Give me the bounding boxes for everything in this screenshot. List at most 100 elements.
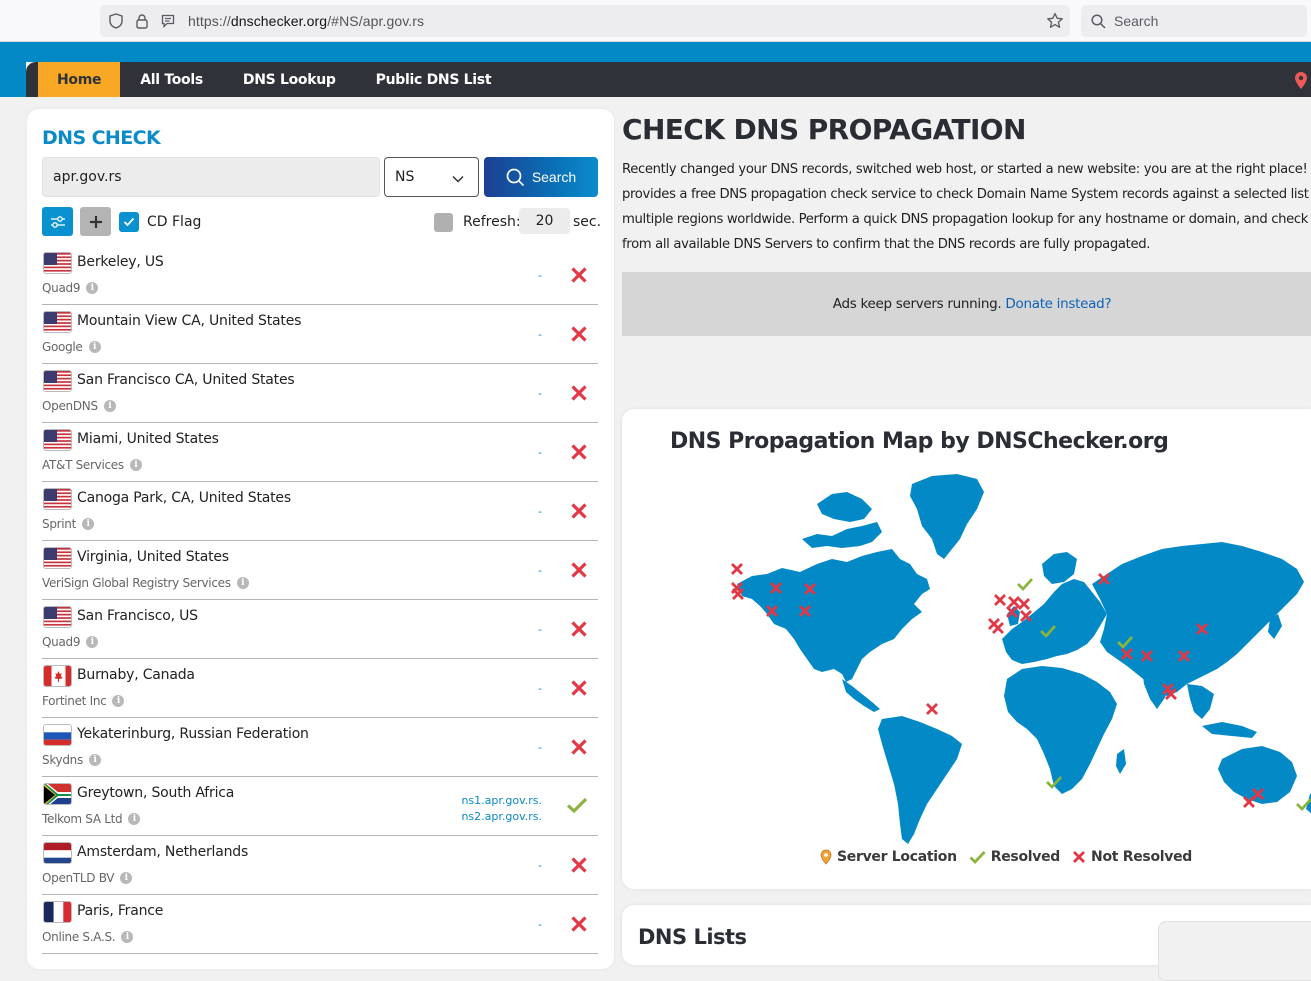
server-result: -	[538, 268, 542, 284]
description-line: provides a free DNS propagation check se…	[622, 187, 1311, 202]
dns-check-title: DNS CHECK	[42, 127, 161, 149]
map-marker-not-resolved[interactable]	[1018, 598, 1030, 610]
refresh-label: Refresh:	[463, 214, 521, 230]
address-bar[interactable]: https://dnschecker.org/#NS/apr.gov.rs	[100, 5, 1070, 37]
search-button[interactable]: Search	[484, 157, 598, 197]
provider-name: Quad9	[42, 635, 81, 649]
server-result: -	[538, 740, 542, 756]
land-north-america	[737, 549, 930, 682]
map-marker-not-resolved[interactable]	[994, 594, 1006, 606]
info-icon[interactable]: i	[86, 636, 99, 648]
map-title: DNS Propagation Map by DNSChecker.org	[670, 429, 1169, 454]
not-resolved-cross-icon	[570, 561, 588, 583]
info-icon[interactable]: i	[88, 754, 101, 766]
auto-refresh-checkbox[interactable]	[434, 213, 453, 232]
flag-us-icon	[43, 311, 72, 333]
shield-icon[interactable]	[108, 13, 124, 29]
header-band	[0, 42, 1311, 62]
flag-us-icon	[43, 488, 72, 510]
refresh-interval-input[interactable]	[519, 208, 570, 234]
server-location: Mountain View CA, United States	[77, 313, 302, 329]
provider-name: Quad9	[42, 281, 81, 295]
map-marker-resolved[interactable]	[1017, 578, 1034, 592]
server-provider: OpenTLD BV i	[42, 871, 133, 885]
nav-all-tools[interactable]: All Tools	[120, 62, 223, 97]
add-server-button[interactable]	[80, 207, 111, 236]
map-marker-not-resolved[interactable]	[992, 622, 1004, 634]
donate-link[interactable]: Donate instead?	[1005, 296, 1111, 312]
info-icon[interactable]: i	[88, 341, 101, 353]
dns-lists-panel	[1158, 921, 1311, 981]
record-type-select[interactable]: NS	[384, 157, 479, 197]
server-list: Berkeley, US Quad9 i - Mountain View CA, Uni…	[42, 246, 598, 954]
flag-us-icon	[43, 370, 72, 392]
reader-mode-icon[interactable]	[160, 13, 176, 29]
server-row: Mountain View CA, United States Google i -	[42, 305, 598, 364]
page-title: CHECK DNS PROPAGATION	[622, 113, 1026, 146]
info-icon[interactable]: i	[236, 577, 249, 589]
bookmark-star-icon[interactable]	[1046, 12, 1064, 34]
domain-input[interactable]	[42, 157, 380, 197]
server-location: Miami, United States	[77, 431, 219, 447]
land-indonesia	[1202, 722, 1257, 738]
map-marker-not-resolved[interactable]	[731, 563, 743, 575]
location-pin-icon[interactable]	[1295, 72, 1307, 93]
nav-public-dns-list[interactable]: Public DNS List	[356, 62, 512, 97]
url-text: https://dnschecker.org/#NS/apr.gov.rs	[188, 13, 424, 29]
world-map[interactable]	[722, 464, 1311, 859]
result-value: -	[538, 269, 542, 282]
map-marker-not-resolved[interactable]	[1008, 596, 1020, 608]
server-row: Burnaby, Canada Fortinet Inc i -	[42, 659, 598, 718]
server-row: Virginia, United States VeriSign Global R…	[42, 541, 598, 600]
server-provider: AT&T Services i	[42, 458, 142, 472]
server-location: Canoga Park, CA, United States	[77, 490, 291, 506]
info-icon[interactable]: i	[86, 282, 99, 294]
info-icon[interactable]: i	[121, 931, 134, 943]
info-icon[interactable]: i	[129, 459, 142, 471]
settings-button[interactable]	[42, 207, 73, 236]
provider-name: Google	[42, 340, 83, 354]
land-greenland	[910, 474, 984, 559]
server-result: ns1.apr.gov.rs. ns2.apr.gov.rs.	[461, 793, 542, 825]
server-result: -	[538, 327, 542, 343]
chevron-down-icon	[452, 171, 464, 187]
not-resolved-cross-icon	[570, 502, 588, 524]
legend-not-resolved: Not Resolved	[1072, 849, 1192, 865]
provider-name: VeriSign Global Registry Services	[42, 576, 231, 590]
description-line: from all available DNS Servers to confir…	[622, 237, 1151, 252]
result-value: -	[538, 446, 542, 459]
legend-server-location: Server Location	[820, 849, 957, 865]
description-line: multiple regions worldwide. Perform a qu…	[622, 212, 1311, 227]
nav-dns-lookup[interactable]: DNS Lookup	[223, 62, 356, 97]
not-resolved-cross-icon	[570, 915, 588, 937]
info-icon[interactable]: i	[103, 400, 116, 412]
result-value: -	[538, 918, 542, 931]
land-central-america	[842, 679, 880, 712]
info-icon[interactable]: i	[112, 695, 125, 707]
legend-not-resolved-label: Not Resolved	[1091, 849, 1193, 865]
server-provider: Fortinet Inc i	[42, 694, 125, 708]
info-icon[interactable]: i	[128, 813, 141, 825]
checkmark-icon	[123, 217, 135, 227]
map-marker-not-resolved[interactable]	[926, 703, 938, 715]
server-provider: Google i	[42, 340, 101, 354]
info-icon[interactable]: i	[82, 518, 95, 530]
provider-name: Sprint	[42, 517, 77, 531]
land-south-america	[878, 716, 962, 844]
ad-text: Ads keep servers running.	[832, 296, 1002, 312]
flag-ru-icon	[43, 724, 72, 746]
result-value: -	[538, 623, 542, 636]
url-scheme: https://	[188, 13, 231, 29]
cd-flag-checkbox[interactable]	[119, 212, 139, 232]
info-icon[interactable]: i	[120, 872, 133, 884]
flag-nl-icon	[43, 842, 72, 864]
lock-icon[interactable]	[134, 13, 150, 29]
resolved-check-icon	[566, 797, 588, 817]
server-provider: Telkom SA Ltd i	[42, 812, 141, 826]
propagation-map-card: DNS Propagation Map by DNSChecker.org Se…	[622, 409, 1311, 889]
server-provider: VeriSign Global Registry Services i	[42, 576, 249, 590]
header-band-left	[0, 62, 26, 97]
server-location: San Francisco, US	[77, 608, 198, 624]
browser-search-box[interactable]: Search	[1081, 5, 1307, 37]
nav-home[interactable]: Home	[38, 62, 121, 97]
